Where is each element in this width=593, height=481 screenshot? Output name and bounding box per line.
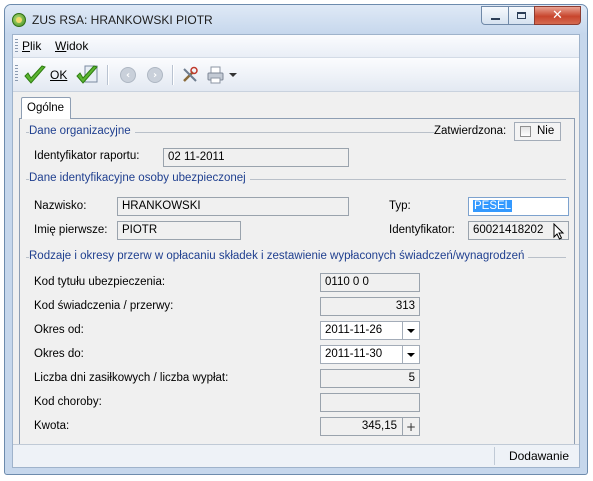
status-divider (494, 447, 495, 465)
minimize-icon (490, 17, 500, 20)
period-to-label: Okres do: (34, 348, 84, 360)
type-field[interactable]: PESEL (468, 197, 569, 216)
status-mode: Dodawanie (508, 449, 569, 463)
type-value: PESEL (473, 200, 513, 212)
arrow-left-icon: ‹ (120, 67, 136, 83)
benefit-days-label: Liczba dni zasiłkowych / liczba wypłat: (34, 372, 229, 384)
mouse-cursor-icon (553, 223, 565, 240)
amount-label: Kwota: (34, 420, 70, 432)
chevron-down-icon[interactable] (228, 70, 238, 80)
amount-field[interactable]: 345,15 + (320, 417, 420, 436)
toolbar: OK ‹ › (13, 58, 579, 92)
menu-widok-label: idok (66, 39, 89, 53)
close-icon: ✕ (552, 8, 563, 23)
disease-code-field[interactable] (320, 393, 420, 412)
insurance-code-field[interactable]: 0110 0 0 (320, 273, 420, 292)
window-title: ZUS RSA: HRANKOWSKI PIOTR (32, 13, 213, 27)
status-bar: Dodawanie (13, 444, 579, 467)
period-to-dropdown-button[interactable] (402, 346, 419, 363)
arrow-right-icon: › (147, 67, 163, 83)
tab-ogolne[interactable]: Ogólne (21, 97, 71, 119)
approved-value: Nie (537, 125, 555, 137)
menu-widok[interactable]: Widok (55, 39, 88, 53)
printer-icon (207, 66, 224, 84)
ok-button[interactable]: OK (23, 63, 67, 87)
benefit-code-label: Kod świadczenia / przerwy: (34, 300, 174, 312)
toolbar-separator (172, 65, 174, 85)
firstname-label: Imię pierwsze: (34, 224, 108, 236)
report-id-label: Identyfikator raportu: (34, 150, 140, 162)
tools-icon (183, 66, 198, 82)
firstname-field[interactable]: PIOTR (117, 221, 241, 240)
main-window: ZUS RSA: HRANKOWSKI PIOTR ✕ Plik Widok O… (4, 4, 588, 475)
toolbar-separator (107, 65, 109, 85)
toolbar-grip-icon (15, 65, 18, 83)
section-title-organizational: Dane organizacyjne (29, 125, 135, 137)
amount-calculator-button[interactable]: + (402, 418, 419, 435)
menu-widok-accelerator: W (55, 39, 67, 53)
ok-label: OK (50, 68, 68, 82)
surname-label: Nazwisko: (34, 200, 87, 212)
check-document-icon (76, 65, 98, 84)
menu-plik[interactable]: Plik (22, 39, 41, 53)
benefit-code-field[interactable]: 313 (320, 297, 420, 316)
chevron-down-icon (407, 352, 415, 357)
menu-plik-accelerator: P (22, 39, 31, 53)
app-icon (12, 13, 26, 27)
disease-code-label: Kod choroby: (34, 396, 102, 408)
ok-save-button[interactable] (75, 63, 101, 87)
general-panel: Dane organizacyjne Zatwierdzona: Nie Ide… (19, 118, 575, 447)
checkmark-icon (24, 65, 46, 84)
plus-icon: + (405, 419, 417, 434)
menu-bar: Plik Widok (13, 35, 579, 58)
client-area: Plik Widok OK ‹ › Ogólne Dane organizacy… (12, 34, 580, 468)
minimize-button[interactable] (481, 6, 509, 25)
previous-button[interactable]: ‹ (120, 63, 136, 87)
identifier-label: Identyfikator: (389, 224, 455, 236)
close-button[interactable]: ✕ (534, 6, 581, 25)
approved-checkbox[interactable]: Nie (514, 122, 561, 141)
benefit-days-field[interactable]: 5 (320, 369, 420, 388)
title-bar[interactable]: ZUS RSA: HRANKOWSKI PIOTR ✕ (5, 5, 587, 33)
print-button[interactable] (206, 63, 238, 87)
tools-button[interactable] (181, 63, 199, 87)
period-from-select[interactable]: 2011-11-26 (320, 321, 420, 340)
section-title-breaks: Rodzaje i okresy przerw w opłacaniu skła… (29, 250, 529, 262)
section-title-person: Dane identyfikacyjne osoby ubezpieczonej (29, 172, 250, 184)
maximize-icon (517, 12, 526, 19)
period-from-dropdown-button[interactable] (402, 322, 419, 339)
surname-field[interactable]: HRANKOWSKI (117, 197, 349, 216)
type-label: Typ: (389, 200, 411, 212)
menu-grip-icon (15, 39, 18, 53)
period-to-value: 2011-11-30 (325, 348, 383, 360)
maximize-button[interactable] (508, 6, 535, 25)
approved-label: Zatwierdzona: (434, 125, 507, 137)
chevron-down-icon (407, 328, 415, 333)
next-button[interactable]: › (147, 63, 163, 87)
insurance-code-label: Kod tytułu ubezpieczenia: (34, 276, 166, 288)
period-from-value: 2011-11-26 (325, 324, 383, 336)
amount-value: 345,15 (361, 420, 397, 432)
menu-plik-label: lik (30, 39, 42, 53)
checkbox-box (520, 126, 531, 137)
period-to-select[interactable]: 2011-11-30 (320, 345, 420, 364)
period-from-label: Okres od: (34, 324, 84, 336)
report-id-field[interactable]: 02 11-2011 (163, 148, 349, 167)
